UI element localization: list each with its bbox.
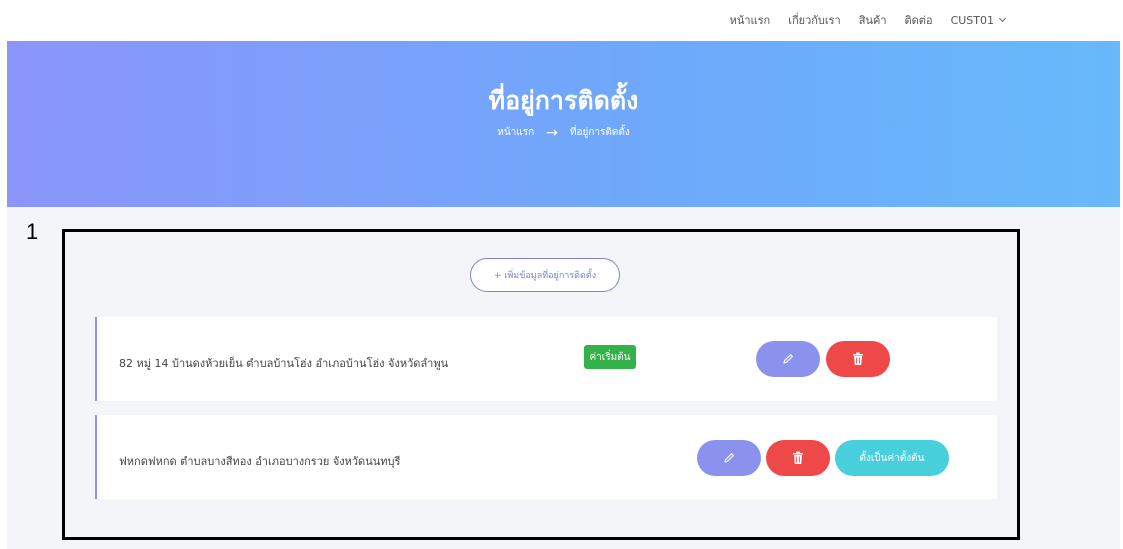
breadcrumb-home-link[interactable]: หน้าแรก xyxy=(497,125,534,140)
page-hero: ที่อยู่การติดตั้ง หน้าแรก → ที่อยู่การติ… xyxy=(7,41,1120,207)
page-title: ที่อยู่การติดตั้ง xyxy=(488,86,639,115)
edit-button[interactable] xyxy=(756,341,820,377)
breadcrumb-current: ที่อยู่การติดตั้ง xyxy=(569,127,630,138)
pencil-icon xyxy=(722,451,736,465)
nav-contact-link[interactable]: ติดต่อ xyxy=(905,11,933,29)
pencil-icon xyxy=(781,352,795,366)
top-navbar: หน้าแรก เกี่ยวกับเรา สินค้า ติดต่อ CUST0… xyxy=(0,0,1123,40)
delete-button[interactable] xyxy=(766,440,830,476)
breadcrumb: หน้าแรก → ที่อยู่การติดตั้ง xyxy=(7,125,1120,140)
chevron-down-icon xyxy=(998,14,1007,23)
address-text: ฟหกดฟหกด ตำบลบางสีทอง อำเภอบางกรวย จังหว… xyxy=(119,455,401,468)
trash-icon xyxy=(792,451,804,465)
arrow-right-icon: → xyxy=(546,124,558,141)
nav-about-link[interactable]: เกี่ยวกับเรา xyxy=(788,11,841,29)
nav-products-link[interactable]: สินค้า xyxy=(859,11,887,29)
user-name: CUST01 xyxy=(950,13,994,27)
set-default-button[interactable]: ตั้งเป็นค่าตั้งต้น xyxy=(835,440,949,476)
default-badge: ค่าเริ่มต้น xyxy=(584,345,636,369)
add-address-button[interactable]: + เพิ่มข้อมูลที่อยู่การติดตั้ง xyxy=(470,258,620,292)
delete-button[interactable] xyxy=(826,341,890,377)
address-card: 82 หมู่ 14 บ้านดงห้วยเย็น ตำบลบ้านโฮ่ง อ… xyxy=(95,317,997,401)
trash-icon xyxy=(852,352,864,366)
address-card: ฟหกดฟหกด ตำบลบางสีทอง อำเภอบางกรวย จังหว… xyxy=(95,415,997,499)
edit-button[interactable] xyxy=(697,440,761,476)
user-menu[interactable]: CUST01 xyxy=(950,13,1007,27)
nav-home-link[interactable]: หน้าแรก xyxy=(730,11,771,29)
annotation-label: 1 xyxy=(26,219,39,244)
nav-links: หน้าแรก เกี่ยวกับเรา สินค้า ติดต่อ CUST0… xyxy=(730,11,1007,29)
address-text: 82 หมู่ 14 บ้านดงห้วยเย็น ตำบลบ้านโฮ่ง อ… xyxy=(119,357,449,370)
